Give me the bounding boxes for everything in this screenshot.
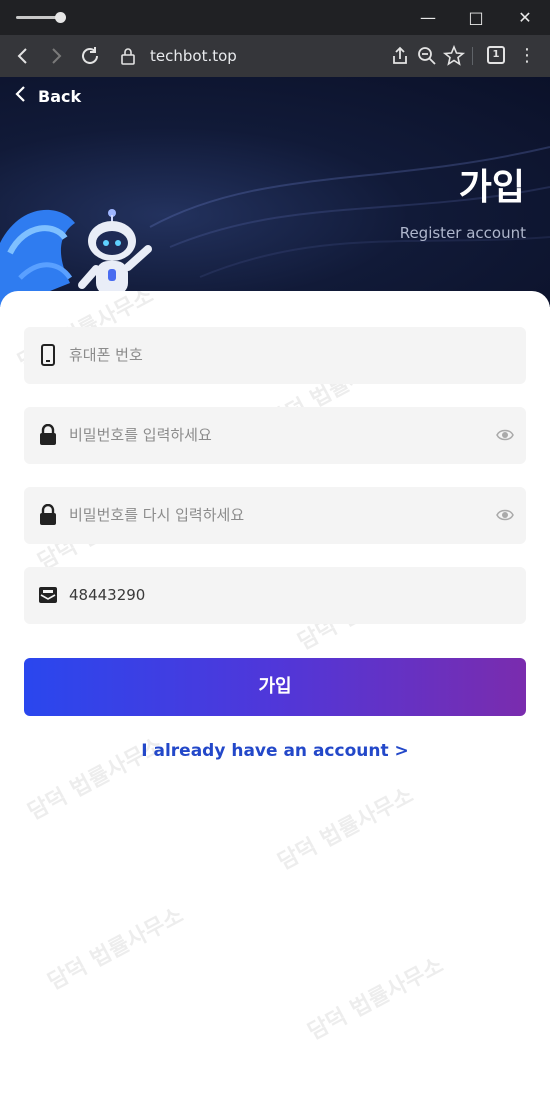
page-content: Back 가입 Register account 담덕 법률사무소 담덕 법률사… bbox=[0, 77, 550, 1105]
share-icon[interactable] bbox=[388, 44, 412, 68]
password-confirm-field[interactable]: 비밀번호를 다시 입력하세요 bbox=[24, 487, 526, 544]
zoom-out-icon[interactable] bbox=[415, 44, 439, 68]
phone-icon bbox=[38, 344, 58, 366]
browser-forward-icon[interactable] bbox=[44, 44, 68, 68]
phone-field[interactable]: 휴대폰 번호 bbox=[24, 327, 526, 384]
robot-mascot-illustration bbox=[0, 209, 152, 307]
phone-input[interactable]: 휴대폰 번호 bbox=[69, 344, 143, 366]
watermark-text: 담덕 법률사무소 bbox=[274, 783, 418, 876]
watermark-text: 담덕 법률사무소 bbox=[44, 903, 188, 996]
password-confirm-input[interactable]: 비밀번호를 다시 입력하세요 bbox=[69, 504, 244, 526]
lock-icon bbox=[38, 503, 58, 526]
minimize-button[interactable]: — bbox=[416, 6, 440, 30]
site-info-lock-icon[interactable] bbox=[120, 47, 136, 65]
window-slider-knob[interactable] bbox=[55, 12, 66, 23]
window-titlebar: — □ ✕ bbox=[0, 0, 550, 35]
invite-code-field[interactable]: 48443290 bbox=[24, 567, 526, 624]
watermark-text: 담덕 법률사무소 bbox=[304, 953, 448, 1046]
close-button[interactable]: ✕ bbox=[513, 6, 537, 30]
login-link[interactable]: I already have an account > bbox=[0, 739, 550, 763]
register-card: 담덕 법률사무소 담덕 법률사무소 담덕 법률사무소 담덕 법률사무소 담덕 법… bbox=[0, 291, 550, 1105]
browser-menu-icon[interactable]: ⋮ bbox=[518, 44, 536, 68]
register-submit-button[interactable]: 가입 bbox=[24, 658, 526, 716]
eye-icon[interactable] bbox=[496, 507, 514, 523]
bookmark-star-icon[interactable] bbox=[442, 44, 466, 68]
page-subtitle: Register account bbox=[399, 224, 526, 242]
reload-icon[interactable] bbox=[78, 44, 102, 68]
back-button[interactable]: Back bbox=[14, 86, 81, 108]
eye-icon[interactable] bbox=[496, 427, 514, 443]
browser-back-icon[interactable] bbox=[11, 44, 35, 68]
hero-banner: Back 가입 Register account bbox=[0, 77, 550, 307]
address-bar-url[interactable]: techbot.top bbox=[150, 46, 237, 66]
password-input[interactable]: 비밀번호를 입력하세요 bbox=[69, 424, 212, 446]
maximize-button[interactable]: □ bbox=[464, 6, 488, 30]
password-field[interactable]: 비밀번호를 입력하세요 bbox=[24, 407, 526, 464]
toolbar-divider bbox=[472, 47, 473, 65]
chevron-left-icon bbox=[14, 86, 30, 108]
invite-code-input[interactable]: 48443290 bbox=[69, 584, 145, 606]
page-title: 가입 bbox=[458, 167, 525, 208]
envelope-icon bbox=[38, 584, 58, 606]
tab-count-button[interactable]: 1 bbox=[487, 46, 505, 64]
lock-icon bbox=[38, 423, 58, 446]
browser-toolbar: techbot.top 1 ⋮ bbox=[0, 35, 550, 77]
back-label: Back bbox=[38, 87, 82, 106]
